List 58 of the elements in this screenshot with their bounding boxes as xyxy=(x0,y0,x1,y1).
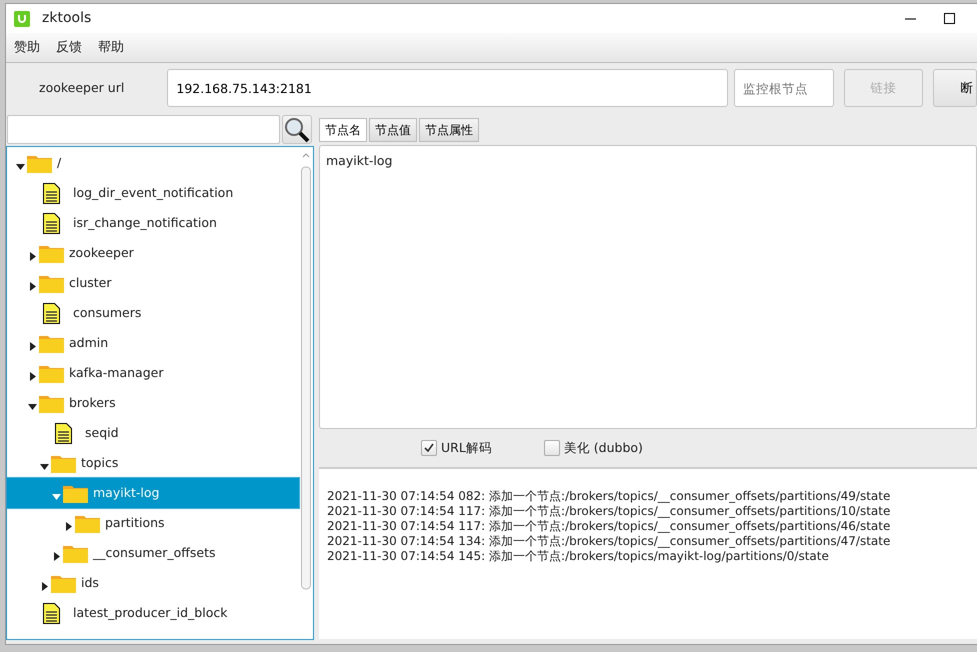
tree-item[interactable]: seqid xyxy=(7,418,299,448)
tab[interactable]: 节点值 xyxy=(369,118,417,142)
tree-item[interactable]: partitions xyxy=(7,508,299,538)
checkbox[interactable] xyxy=(544,440,560,456)
folder-icon xyxy=(39,393,64,413)
document-icon xyxy=(43,602,60,624)
window-title: zktools xyxy=(42,9,92,28)
tree-item[interactable]: brokers xyxy=(7,388,299,418)
tree-item[interactable]: __consumer_offsets xyxy=(7,538,299,568)
log-line: 2021-11-30 07:14:54 134: 添加一个节点:/brokers/topics/__consumer_offsets/partitions/47/state xyxy=(327,534,892,549)
tree-item[interactable]: log_dir_event_notification xyxy=(7,178,299,208)
folder-icon xyxy=(39,333,64,353)
folder-icon xyxy=(63,543,88,563)
maximize-icon[interactable] xyxy=(944,13,955,24)
tab[interactable]: 节点名 xyxy=(319,118,367,142)
tree-item[interactable]: kafka-manager xyxy=(7,358,299,388)
root-node-field[interactable]: 监控根节点 xyxy=(734,69,834,107)
tab[interactable]: 节点属性 xyxy=(419,118,479,142)
tree-item[interactable]: ids xyxy=(7,568,299,598)
folder-icon xyxy=(27,153,52,173)
search-field[interactable] xyxy=(7,115,280,144)
log-line: 2021-11-30 07:14:54 117: 添加一个节点:/brokers/topics/__consumer_offsets/partitions/46/state xyxy=(327,519,892,534)
folder-icon xyxy=(75,513,100,533)
tree-item[interactable]: zookeeper xyxy=(7,238,299,268)
folder-icon xyxy=(51,573,76,593)
tree-item[interactable]: isr_change_notification xyxy=(7,208,299,238)
menu-item[interactable]: 反馈 xyxy=(56,38,82,58)
tree-item[interactable]: cluster xyxy=(7,268,299,298)
folder-icon xyxy=(39,363,64,383)
tree-item[interactable]: consumers xyxy=(7,298,299,328)
toolbar-button[interactable]: 断 xyxy=(933,69,977,107)
folder-icon xyxy=(39,273,64,293)
document-icon xyxy=(55,422,72,444)
menu-item[interactable]: 赞助 xyxy=(14,38,40,58)
document-icon xyxy=(43,182,60,204)
log-line: 2021-11-30 07:14:54 082: 添加一个节点:/brokers/topics/__consumer_offsets/partitions/49/state xyxy=(327,489,892,504)
menu-item[interactable]: 帮助 xyxy=(98,38,124,58)
tree-item[interactable]: latest_producer_id_block xyxy=(7,598,299,628)
log-line: 2021-11-30 07:14:54 117: 添加一个节点:/brokers/topics/__consumer_offsets/partitions/10/state xyxy=(327,504,892,519)
folder-icon xyxy=(51,453,76,473)
folder-icon xyxy=(39,243,64,263)
document-icon xyxy=(43,212,60,234)
tree-item[interactable]: topics xyxy=(7,448,299,478)
checkmark-icon xyxy=(423,442,435,454)
checkbox-label[interactable]: 美化 (dubbo) xyxy=(564,438,643,458)
url-field[interactable]: 192.168.75.143:2181 xyxy=(167,69,728,107)
app-logo-icon xyxy=(14,10,30,26)
node-text-area[interactable]: mayikt-log xyxy=(319,145,977,429)
folder-icon xyxy=(63,483,88,503)
tree-item[interactable]: admin xyxy=(7,328,299,358)
search-icon xyxy=(284,116,310,142)
checkbox-label[interactable]: URL解码 xyxy=(441,438,492,458)
document-icon xyxy=(43,302,60,324)
checkbox[interactable] xyxy=(421,440,437,456)
log-line: 2021-11-30 07:14:54 145: 添加一个节点:/brokers/topics/mayikt-log/partitions/0/state xyxy=(327,549,830,564)
tree-item[interactable]: / xyxy=(7,148,299,178)
url-label: zookeeper url xyxy=(38,78,126,97)
search-button[interactable] xyxy=(282,115,312,144)
